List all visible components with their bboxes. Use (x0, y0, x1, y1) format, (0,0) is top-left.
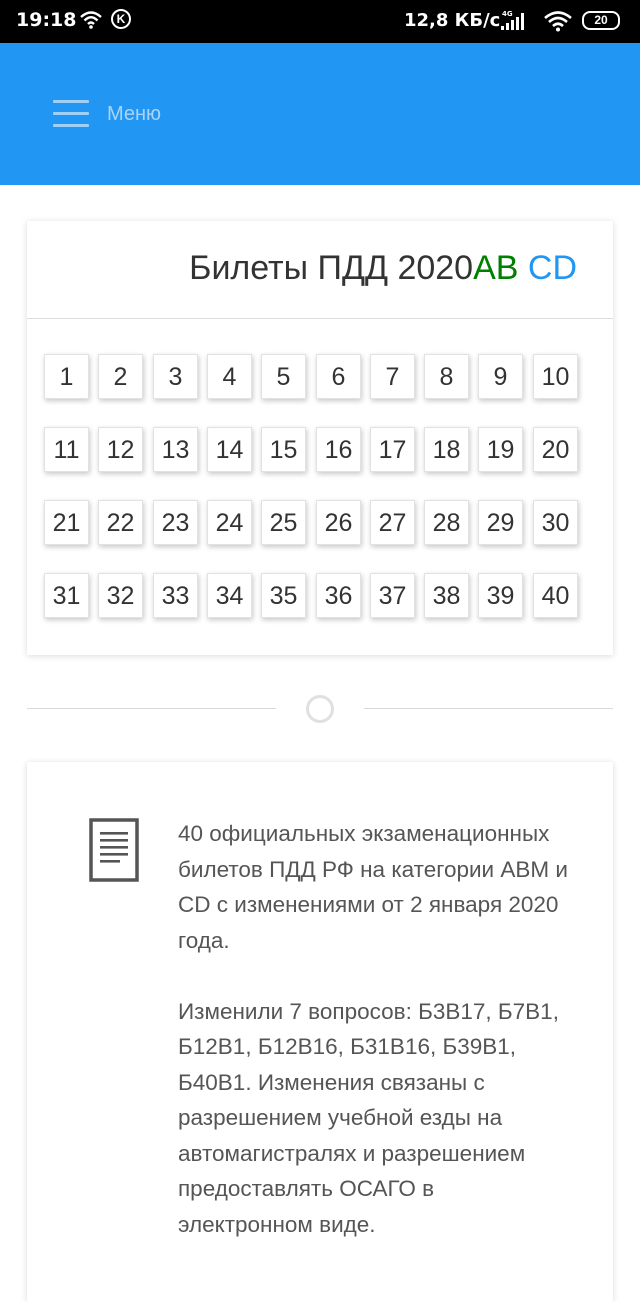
status-time: 19:18 (16, 9, 77, 31)
ticket-button-5[interactable]: 5 (261, 354, 306, 399)
app-header: Меню (0, 43, 640, 185)
ticket-button-33[interactable]: 33 (153, 573, 198, 618)
ticket-button-38[interactable]: 38 (424, 573, 469, 618)
menu-label: Меню (107, 102, 162, 125)
ticket-button-17[interactable]: 17 (370, 427, 415, 472)
ticket-button-18[interactable]: 18 (424, 427, 469, 472)
ticket-button-27[interactable]: 27 (370, 500, 415, 545)
battery-icon: 20 (582, 11, 620, 30)
tickets-card-header: Билеты ПДД 2020AB CD (27, 221, 613, 319)
info-paragraph-1: 40 официальных экзаменационных билетов П… (178, 821, 568, 953)
info-paragraph-2: Изменили 7 вопросов: Б3В17, Б7В1, Б12В1,… (178, 998, 559, 1237)
ticket-button-14[interactable]: 14 (207, 427, 252, 472)
ticket-button-20[interactable]: 20 (533, 427, 578, 472)
wifi-icon (544, 10, 572, 37)
info-card: 40 официальных экзаменационных билетов П… (27, 762, 613, 1302)
signal-icon: 4G (498, 10, 534, 37)
category-ab: AB (473, 249, 519, 287)
ticket-button-9[interactable]: 9 (478, 354, 523, 399)
page-title: Билеты ПДД 2020AB CD (189, 249, 577, 287)
status-bar: 19:18 K 12,8 КБ/с 4G 20 (0, 0, 640, 43)
ticket-button-29[interactable]: 29 (478, 500, 523, 545)
divider-line-left (27, 708, 276, 709)
ticket-button-37[interactable]: 37 (370, 573, 415, 618)
ticket-button-15[interactable]: 15 (261, 427, 306, 472)
ticket-button-11[interactable]: 11 (44, 427, 89, 472)
ticket-button-2[interactable]: 2 (98, 354, 143, 399)
ticket-button-8[interactable]: 8 (424, 354, 469, 399)
menu-button[interactable]: Меню (53, 99, 161, 129)
ticket-button-28[interactable]: 28 (424, 500, 469, 545)
ticket-button-6[interactable]: 6 (316, 354, 361, 399)
ticket-button-3[interactable]: 3 (153, 354, 198, 399)
ticket-button-10[interactable]: 10 (533, 354, 578, 399)
divider-line-right (364, 708, 613, 709)
ticket-button-19[interactable]: 19 (478, 427, 523, 472)
ticket-button-24[interactable]: 24 (207, 500, 252, 545)
ticket-button-34[interactable]: 34 (207, 573, 252, 618)
ticket-button-31[interactable]: 31 (44, 573, 89, 618)
ticket-button-26[interactable]: 26 (316, 500, 361, 545)
ticket-button-40[interactable]: 40 (533, 573, 578, 618)
ticket-button-32[interactable]: 32 (98, 573, 143, 618)
ticket-button-16[interactable]: 16 (316, 427, 361, 472)
ticket-button-1[interactable]: 1 (44, 354, 89, 399)
ticket-button-13[interactable]: 13 (153, 427, 198, 472)
ticket-button-35[interactable]: 35 (261, 573, 306, 618)
ticket-button-4[interactable]: 4 (207, 354, 252, 399)
k-app-icon: K (111, 9, 131, 29)
info-text: 40 официальных экзаменационных билетов П… (178, 816, 568, 1242)
ticket-button-12[interactable]: 12 (98, 427, 143, 472)
document-icon (89, 818, 141, 889)
ticket-button-22[interactable]: 22 (98, 500, 143, 545)
wifi-icon (80, 10, 102, 35)
ticket-button-21[interactable]: 21 (44, 500, 89, 545)
hamburger-icon (53, 100, 89, 128)
ticket-button-39[interactable]: 39 (478, 573, 523, 618)
ticket-button-7[interactable]: 7 (370, 354, 415, 399)
ticket-button-25[interactable]: 25 (261, 500, 306, 545)
network-speed: 12,8 КБ/с (404, 10, 501, 31)
network-type: 4G (502, 10, 513, 18)
tickets-card: Билеты ПДД 2020AB CD 1 2 3 4 5 6 7 8 9 10 11 12 13 14… (27, 221, 613, 655)
ticket-button-23[interactable]: 23 (153, 500, 198, 545)
ticket-button-36[interactable]: 36 (316, 573, 361, 618)
category-cd: CD (527, 249, 577, 287)
divider-circle-icon (306, 695, 334, 723)
ticket-button-30[interactable]: 30 (533, 500, 578, 545)
